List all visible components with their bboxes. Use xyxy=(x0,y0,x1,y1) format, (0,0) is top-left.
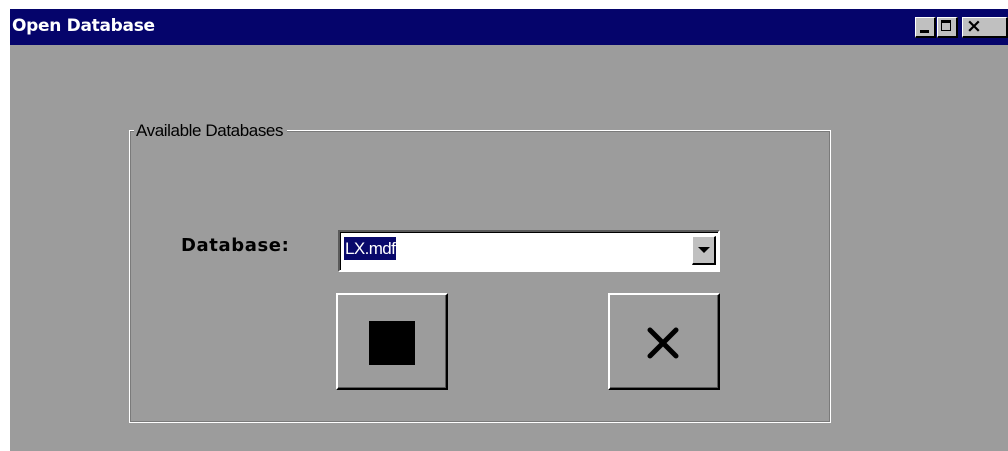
x-cancel-icon xyxy=(647,327,679,359)
database-label: Database: xyxy=(181,235,290,256)
available-databases-group xyxy=(129,130,831,423)
close-icon: × xyxy=(966,15,982,37)
maximize-button[interactable] xyxy=(937,17,958,38)
title-bar[interactable]: Open Database × xyxy=(10,9,1008,45)
group-legend: Available Databases xyxy=(134,121,288,141)
cancel-button[interactable] xyxy=(608,293,720,390)
minimize-icon xyxy=(920,30,929,33)
chevron-down-icon xyxy=(698,247,710,253)
database-selected-value[interactable]: LX.mdf xyxy=(344,237,397,260)
database-combobox[interactable]: LX.mdf xyxy=(338,230,720,272)
combobox-field[interactable]: LX.mdf xyxy=(340,232,718,270)
ok-button[interactable] xyxy=(336,293,448,390)
dropdown-button[interactable] xyxy=(692,236,716,265)
close-button[interactable]: × xyxy=(962,15,1008,38)
square-stop-icon xyxy=(369,321,415,365)
window-title: Open Database xyxy=(12,16,155,36)
minimize-button[interactable] xyxy=(915,17,936,38)
maximize-icon xyxy=(941,20,951,31)
